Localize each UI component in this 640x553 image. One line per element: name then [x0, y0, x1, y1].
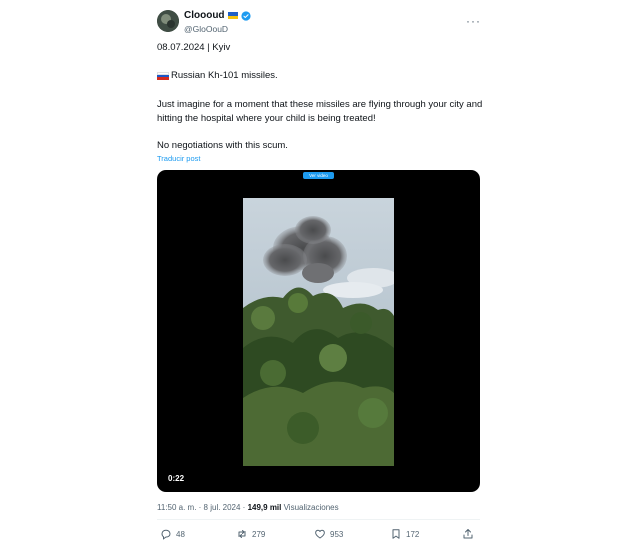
- russia-flag-icon: [157, 72, 169, 80]
- avatar-image: [157, 10, 179, 32]
- author-handle[interactable]: @GloOouD: [184, 24, 228, 34]
- share-button[interactable]: [462, 528, 474, 540]
- tweet-title: Russian Kh-101 missiles.: [171, 70, 278, 81]
- video-duration: 0:22: [168, 474, 185, 483]
- video-frame: [243, 198, 394, 466]
- tweet-meta: 11:50 a. m. · 8 jul. 2024 · 149,9 mil Vi…: [157, 503, 339, 512]
- tweet-card: Cloooud @GloOouD ··· 08.07.2024 | Kyiv R…: [0, 0, 640, 553]
- bookmark-count: 172: [406, 529, 420, 539]
- repost-button[interactable]: 279: [236, 528, 265, 540]
- repost-count: 279: [252, 529, 266, 539]
- tweet-timestamp[interactable]: 11:50 a. m. · 8 jul. 2024 ·: [157, 503, 248, 512]
- author-display-name[interactable]: Cloooud: [184, 10, 225, 21]
- reply-count: 48: [176, 529, 185, 539]
- divider: [157, 519, 480, 520]
- tweet-title-line: Russian Kh-101 missiles.: [157, 69, 278, 83]
- video-player[interactable]: Ver video 0:22: [157, 170, 480, 492]
- like-count: 953: [330, 529, 344, 539]
- repost-icon: [238, 530, 246, 538]
- like-button[interactable]: 953: [314, 528, 343, 540]
- ukraine-flag-icon: [227, 12, 238, 19]
- verified-badge-icon: [240, 10, 251, 21]
- translate-post-link[interactable]: Traducir post: [157, 154, 201, 163]
- reply-button[interactable]: 48: [160, 528, 185, 540]
- tweet-closing-line: No negotiations with this scum.: [157, 140, 288, 151]
- tweet-body: Just imagine for a moment that these mis…: [157, 99, 483, 124]
- bookmark-icon: [392, 529, 400, 539]
- tweet-date-location: 08.07.2024 | Kyiv: [157, 42, 231, 53]
- heart-icon: [315, 529, 325, 539]
- reply-icon: [161, 529, 171, 540]
- action-bar: 48 279 953 172: [157, 528, 480, 544]
- more-options-icon[interactable]: ···: [466, 14, 481, 28]
- video-badge: Ver video: [303, 172, 334, 179]
- video-thumbnail-image: [243, 198, 394, 466]
- views-count: 149,9 mil: [247, 503, 282, 512]
- share-icon: [463, 529, 473, 539]
- author-name-row: Cloooud: [184, 10, 251, 21]
- avatar[interactable]: [157, 10, 179, 32]
- bookmark-button[interactable]: 172: [390, 528, 419, 540]
- views-label: Visualizaciones: [281, 503, 339, 512]
